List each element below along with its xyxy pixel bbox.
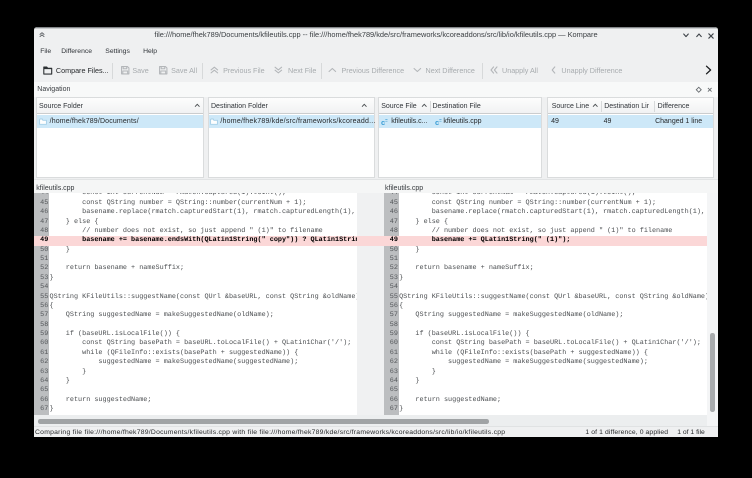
svg-text:c: c xyxy=(381,118,385,127)
svg-text:c: c xyxy=(435,118,439,127)
